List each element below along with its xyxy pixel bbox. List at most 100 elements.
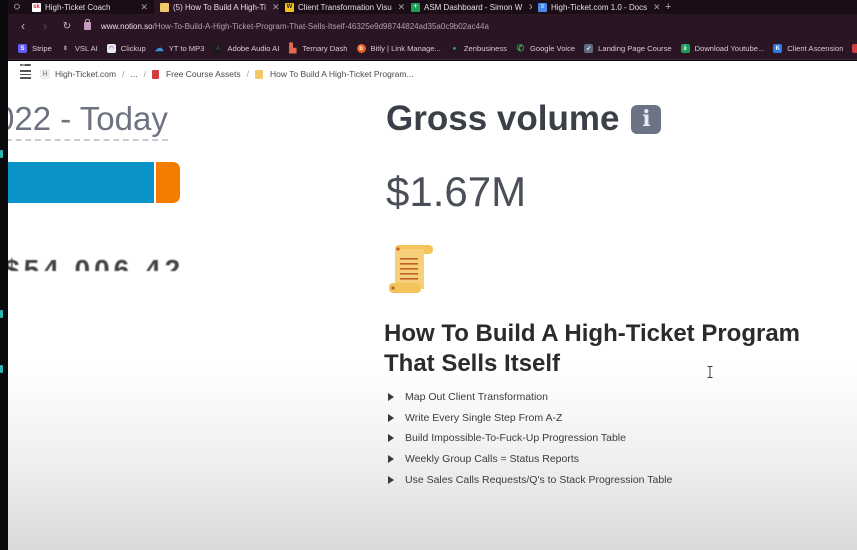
url-host: www.notion.so bbox=[101, 21, 153, 31]
left-strip-marker bbox=[0, 365, 3, 373]
browser-window: ⛭ sk High-Ticket Coach ✕ (5) How To Buil… bbox=[8, 0, 857, 550]
toggle-triangle-icon[interactable] bbox=[388, 475, 394, 484]
phone-icon: ✆ bbox=[516, 43, 525, 53]
vsl-ai-icon: ⇕ bbox=[62, 46, 68, 52]
breadcrumb: 5 H High-Ticket.com / ... / Free Course … bbox=[20, 64, 414, 79]
bookmark-google-voice[interactable]: ✆ Google Voice bbox=[516, 43, 576, 53]
gross-volume-value: $1.67M bbox=[386, 168, 527, 215]
toggle-item[interactable]: Weekly Group Calls = Status Reports bbox=[388, 449, 672, 470]
notification-badge: 5 bbox=[20, 64, 31, 71]
bookmark-client-ascension[interactable]: K Client Ascension bbox=[773, 44, 843, 53]
close-icon[interactable]: ✕ bbox=[522, 2, 532, 13]
close-icon[interactable]: ✕ bbox=[392, 2, 405, 13]
bookmark-landing-page-course[interactable]: ➶ Landing Page Course bbox=[584, 44, 672, 53]
bookmark-label: Clickup bbox=[120, 44, 146, 53]
close-icon[interactable]: ✕ bbox=[134, 2, 148, 13]
back-button[interactable]: ‹ bbox=[12, 19, 34, 33]
bar-segment-primary bbox=[8, 162, 154, 203]
ternary-icon: ▙ bbox=[289, 43, 297, 53]
new-tab-button[interactable]: + bbox=[659, 1, 677, 13]
stripe-icon: S bbox=[18, 44, 27, 53]
tab-high-ticket-docs[interactable]: ≡ High-Ticket.com 1.0 - Docs ✕ bbox=[532, 0, 659, 14]
breadcrumb-ellipsis[interactable]: ... bbox=[130, 69, 137, 79]
text-cursor-icon bbox=[707, 366, 713, 378]
sheets-favicon-icon: + bbox=[411, 2, 420, 12]
workspace-icon: H bbox=[40, 69, 50, 79]
menu-line bbox=[20, 73, 31, 75]
breadcrumb-current-page[interactable]: How To Build A High-Ticket Program... bbox=[270, 69, 414, 79]
tab-group-icon[interactable]: ⛭ bbox=[8, 2, 26, 12]
bookmark-yt-to-mp3[interactable]: ☁ YT to MP3 bbox=[154, 43, 205, 53]
bookmark-label: Bitly | Link Manage... bbox=[370, 44, 441, 53]
toggle-list: Map Out Client Transformation Write Ever… bbox=[388, 387, 672, 490]
adobe-icon: A bbox=[213, 44, 223, 53]
lock-icon bbox=[84, 19, 91, 30]
tab-asm-dashboard[interactable]: + ASM Dashboard - Simon W ✕ bbox=[405, 0, 532, 14]
scroll-favicon-icon bbox=[160, 2, 169, 12]
bookmark-zenbusiness[interactable]: ● Zenbusiness bbox=[450, 44, 507, 53]
rocket-icon: ➶ bbox=[584, 44, 594, 53]
url-path: /How-To-Build-A-High-Ticket-Program-That… bbox=[152, 21, 489, 31]
toggle-item[interactable]: Use Sales Calls Requests/Q's to Stack Pr… bbox=[388, 469, 672, 490]
bookmark-stripe[interactable]: S Stripe bbox=[18, 44, 52, 53]
overflow-bookmark-icon bbox=[852, 44, 857, 53]
bookmark-ternary-dash[interactable]: ▙ Ternary Dash bbox=[288, 43, 347, 53]
reload-button[interactable]: ↻ bbox=[56, 21, 78, 32]
menu-line bbox=[20, 77, 31, 79]
toggle-triangle-icon[interactable] bbox=[388, 413, 394, 422]
bookmark-vsl-ai[interactable]: ⇕ VSL AI bbox=[61, 44, 98, 53]
forward-button[interactable]: › bbox=[34, 19, 56, 33]
bookmark-label: YT to MP3 bbox=[168, 44, 205, 53]
sk-favicon-icon: sk bbox=[32, 2, 41, 12]
bookmark-label: Stripe bbox=[32, 44, 52, 53]
tab-how-to-build[interactable]: (5) How To Build A High-Ti ✕ bbox=[154, 0, 279, 14]
toggle-triangle-icon[interactable] bbox=[388, 455, 394, 464]
bookmarks-bar: S Stripe ⇕ VSL AI ◠ Clickup ☁ YT to MP3 A Ado… bbox=[8, 38, 857, 60]
scroll-emoji-icon[interactable] bbox=[386, 243, 436, 295]
info-icon[interactable]: i bbox=[631, 104, 662, 134]
book-icon bbox=[151, 69, 159, 79]
volume-bar bbox=[8, 162, 180, 203]
breadcrumb-workspace[interactable]: High-Ticket.com bbox=[55, 69, 116, 79]
tab-client-transformation[interactable]: W Client Transformation Visu ✕ bbox=[279, 0, 405, 14]
tab-high-ticket-coach[interactable]: sk High-Ticket Coach ✕ bbox=[26, 0, 154, 14]
bookmark-clickup[interactable]: ◠ Clickup bbox=[106, 44, 146, 53]
tab-label: High-Ticket.com 1.0 - Docs bbox=[551, 2, 648, 12]
client-ascension-icon: K bbox=[773, 44, 783, 53]
breadcrumb-separator: / bbox=[143, 69, 146, 79]
bitly-icon: b bbox=[356, 44, 366, 53]
toggle-triangle-icon[interactable] bbox=[388, 393, 394, 402]
bookmark-label: Zenbusiness bbox=[463, 44, 507, 53]
bookmark-label: Adobe Audio AI bbox=[227, 44, 280, 53]
toggle-label: Use Sales Calls Requests/Q's to Stack Pr… bbox=[405, 473, 673, 486]
url-field[interactable]: www.notion.so/How-To-Build-A-High-Ticket… bbox=[84, 19, 489, 31]
left-strip-marker bbox=[0, 310, 3, 318]
desktop-left-strip bbox=[0, 0, 8, 550]
bookmark-label: Google Voice bbox=[529, 44, 576, 53]
breadcrumb-separator: / bbox=[122, 69, 125, 79]
toggle-item[interactable]: Build Impossible-To-Fuck-Up Progression … bbox=[388, 428, 672, 449]
breadcrumb-free-course-assets[interactable]: Free Course Assets bbox=[166, 69, 241, 79]
bookmark-bitly[interactable]: b Bitly | Link Manage... bbox=[356, 44, 441, 53]
toggle-item[interactable]: Write Every Single Step From A-Z bbox=[388, 408, 672, 429]
sidebar-menu-button[interactable]: 5 bbox=[20, 64, 32, 79]
tab-label: High-Ticket Coach bbox=[45, 2, 111, 12]
download-cloud-icon: ☁ bbox=[154, 43, 164, 53]
bookmark-adobe-audio-ai[interactable]: A Adobe Audio AI bbox=[213, 44, 279, 53]
tab-label: ASM Dashboard - Simon W bbox=[424, 2, 523, 12]
breadcrumb-separator: / bbox=[246, 69, 249, 79]
close-icon[interactable]: ✕ bbox=[647, 2, 659, 13]
bookmark-label: Client Ascension bbox=[787, 44, 844, 53]
toggle-label: Build Impossible-To-Fuck-Up Progression … bbox=[405, 432, 626, 445]
address-bar: ‹ › ↻ www.notion.so/How-To-Build-A-High-… bbox=[8, 14, 857, 38]
bookmark-label: VSL AI bbox=[74, 44, 98, 53]
tab-label: (5) How To Build A High-Ti bbox=[173, 2, 266, 12]
bookmark-download-youtube[interactable]: ⤓ Download Youtube... bbox=[680, 44, 764, 53]
toggle-triangle-icon[interactable] bbox=[388, 434, 394, 443]
date-range: 022 - Today bbox=[8, 101, 168, 141]
close-icon[interactable]: ✕ bbox=[266, 2, 279, 13]
toggle-item[interactable]: Map Out Client Transformation bbox=[388, 387, 672, 408]
download-icon: ⤓ bbox=[680, 44, 690, 53]
bookmark-overflow[interactable] bbox=[852, 44, 857, 53]
tab-label: Client Transformation Visu bbox=[298, 2, 392, 12]
